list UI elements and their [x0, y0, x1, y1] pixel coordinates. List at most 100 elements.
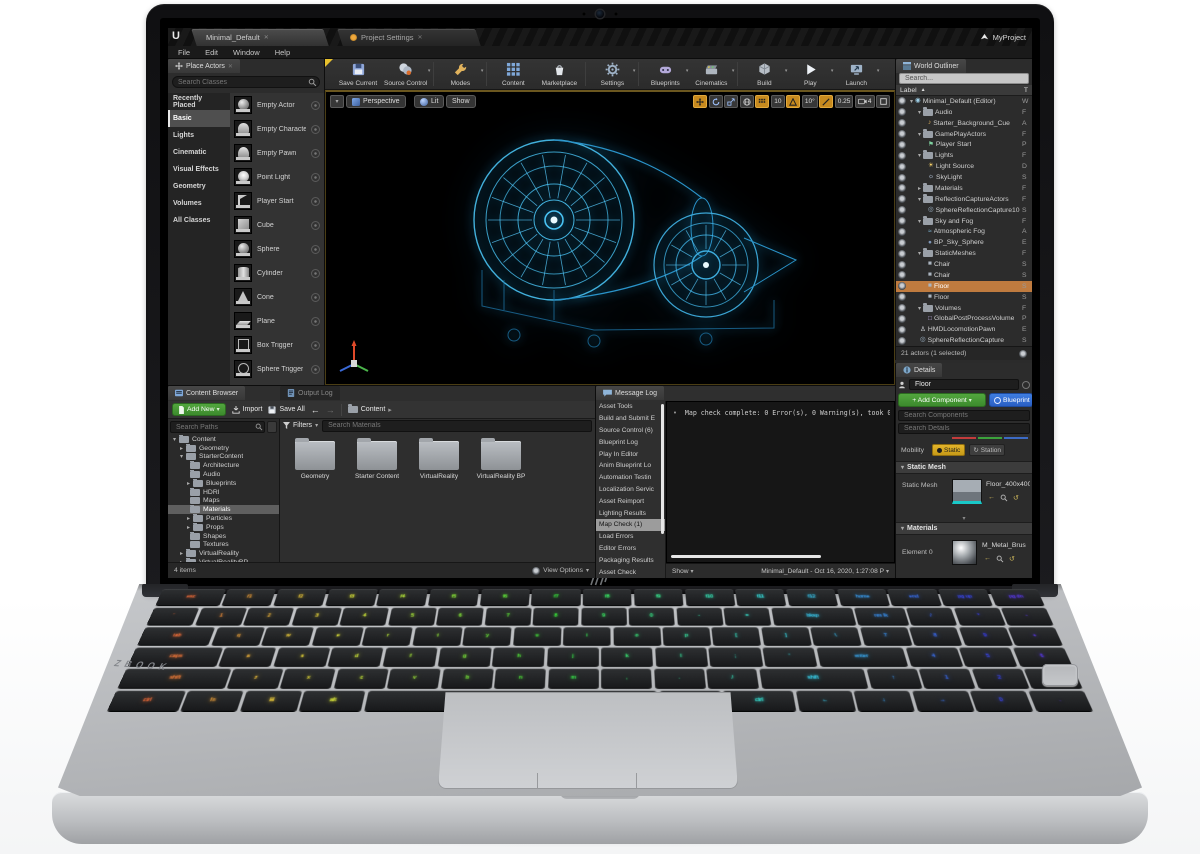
toolbar-settings[interactable]: Settings▾ [589, 59, 635, 89]
menu-item-file[interactable]: File [178, 48, 190, 57]
log-category-load-errors[interactable]: Load Errors [596, 531, 665, 543]
import-button[interactable]: Import [232, 406, 263, 414]
message-log-tab[interactable]: Message Log [596, 386, 664, 400]
asset-folder-starter-content[interactable]: Starter Content [346, 435, 408, 480]
add-new-button[interactable]: Add New ▾ [172, 403, 226, 416]
visibility-eye-icon[interactable] [898, 304, 906, 312]
toolbar-build[interactable]: Build▾ [741, 59, 787, 89]
actor-item-empty-actor[interactable]: Empty Actor [230, 93, 324, 117]
expand-arrow-icon[interactable]: ▾ [918, 131, 921, 138]
asset-folder-geometry[interactable]: Geometry [284, 435, 346, 480]
log-category-anim-blueprint-lo[interactable]: Anim Blueprint Lo [596, 460, 665, 472]
browse-icon[interactable] [996, 555, 1004, 565]
static-mesh-value[interactable]: Floor_400x400 [986, 481, 1030, 488]
move-tool-button[interactable] [693, 95, 707, 108]
log-category-blueprint-log[interactable]: Blueprint Log [596, 436, 665, 448]
visibility-eye-icon[interactable] [898, 271, 906, 279]
content-tree-content[interactable]: ▾Content [168, 435, 279, 444]
static-mesh-thumbnail[interactable] [952, 479, 982, 504]
outliner-column-header[interactable]: Label ▲ T [896, 85, 1032, 96]
actor-item-empty-character[interactable]: Empty Character [230, 117, 324, 141]
expand-arrow-icon[interactable]: ▾ [173, 436, 176, 443]
search-classes-input[interactable] [172, 76, 320, 88]
toolbar-marketplace[interactable]: Marketplace [536, 59, 582, 89]
grid-snap-toggle[interactable] [755, 95, 769, 108]
log-category-localization-servic[interactable]: Localization Servic [596, 484, 665, 496]
content-tree-architecture[interactable]: Architecture [168, 461, 279, 470]
view-options-button[interactable]: View Options ▾ [532, 567, 589, 575]
visibility-eye-icon[interactable] [898, 152, 906, 160]
toolbar-launch[interactable]: Launch▾ [833, 59, 879, 89]
save-all-button[interactable]: Save All [268, 406, 304, 414]
log-category-map-check-1[interactable]: Map Check (1) [596, 519, 665, 531]
mobility-stationary-button[interactable]: ↻ Station [969, 444, 1005, 456]
scale-snap-value[interactable]: 0.25 [835, 95, 854, 108]
outliner-row-gameplayactors[interactable]: ▾GamePlayActorsF [896, 129, 1032, 140]
content-tree-textures[interactable]: Textures [168, 541, 279, 550]
actor-item-sphere[interactable]: Sphere [230, 237, 324, 261]
outliner-row-reflectioncaptureactors[interactable]: ▾ReflectionCaptureActorsF [896, 194, 1032, 205]
outliner-row-spherereflectioncapture10[interactable]: ◎SphereReflectionCapture10S [896, 205, 1032, 216]
visibility-eye-icon[interactable] [898, 130, 906, 138]
outliner-row-bp-sky-sphere[interactable]: ●BP_Sky_SphereE [896, 237, 1032, 248]
outliner-search-input[interactable] [899, 73, 1029, 84]
log-page-dropdown[interactable]: Minimal_Default - Oct 16, 2020, 1:27:08 … [761, 568, 889, 575]
close-icon[interactable]: ✕ [228, 63, 233, 70]
visibility-eye-icon[interactable] [898, 163, 906, 171]
tab-project-settings[interactable]: Project Settings ✕ [344, 29, 429, 46]
material-thumbnail[interactable] [952, 540, 977, 565]
outliner-row-sky-and-fog[interactable]: ▾Sky and FogF [896, 216, 1032, 227]
outliner-row-minimal-default-editor[interactable]: ▾◉Minimal_Default (Editor)W [896, 96, 1032, 107]
outliner-row-chair[interactable]: ■ChairS [896, 270, 1032, 281]
visibility-eye-icon[interactable] [898, 108, 906, 116]
materials-section-header[interactable]: ▾ Materials [896, 522, 1032, 535]
horizontal-scrollbar[interactable] [671, 555, 821, 558]
outliner-row-floor[interactable]: ■FloorS [896, 292, 1032, 303]
visibility-eye-icon[interactable] [898, 282, 906, 290]
log-category-source-control-6[interactable]: Source Control (6) [596, 425, 665, 437]
search-paths-input[interactable] [170, 421, 265, 433]
search-assets-input[interactable] [322, 420, 592, 432]
expand-arrow-icon[interactable]: ▸ [187, 480, 190, 487]
camera-speed-button[interactable]: 4 [855, 95, 875, 108]
actor-item-cylinder[interactable]: Cylinder [230, 261, 324, 285]
content-tree-hdri[interactable]: HDRI [168, 488, 279, 497]
visibility-eye-icon[interactable] [898, 97, 906, 105]
rotation-snap-toggle[interactable] [786, 95, 800, 108]
content-tree-props[interactable]: ▸Props [168, 523, 279, 532]
visibility-eye-icon[interactable] [898, 228, 906, 236]
details-tab[interactable]: Details [896, 363, 942, 377]
log-category-build-and-submit-e[interactable]: Build and Submit E [596, 413, 665, 425]
expand-arrow-icon[interactable]: ▾ [918, 250, 921, 257]
outliner-row-spherereflectioncapture[interactable]: ◎SphereReflectionCaptureS [896, 335, 1032, 346]
blueprint-button[interactable]: Blueprint [989, 393, 1032, 407]
log-category-asset-reimport[interactable]: Asset Reimport [596, 495, 665, 507]
close-icon[interactable]: ✕ [264, 34, 269, 41]
outliner-row-globalpostprocessvolume[interactable]: □GlobalPostProcessVolumeP [896, 314, 1032, 325]
viewport-options-dropdown[interactable]: ▾ [330, 95, 344, 108]
breadcrumb[interactable]: Content ▸ [348, 406, 392, 414]
log-category-asset-check[interactable]: Asset Check [596, 566, 665, 578]
reset-icon[interactable]: ↺ [1013, 494, 1019, 504]
menu-item-window[interactable]: Window [233, 48, 260, 57]
expand-arrow-icon[interactable]: ▸ [180, 550, 183, 557]
menu-item-edit[interactable]: Edit [205, 48, 218, 57]
asset-folder-virtualreality-bp[interactable]: VirtualReality BP [470, 435, 532, 480]
actor-item-empty-pawn[interactable]: Empty Pawn [230, 141, 324, 165]
outliner-row-light-source[interactable]: ☀Light SourceD [896, 161, 1032, 172]
toolbar-save-current[interactable]: Save Current [335, 59, 381, 89]
expand-arrow-icon[interactable]: ▾ [918, 196, 921, 203]
expand-arrow-icon[interactable]: ▾ [910, 98, 913, 105]
place-actors-tab[interactable]: Place Actors ✕ [168, 59, 240, 73]
expand-arrow-icon[interactable]: ▾ [180, 453, 183, 460]
search-details-input[interactable] [898, 423, 1030, 434]
use-selected-icon[interactable]: ← [984, 555, 991, 565]
world-outliner-tab[interactable]: World Outliner [896, 59, 966, 73]
static-mesh-section-header[interactable]: ▾ Static Mesh [896, 461, 1032, 474]
expand-arrow-icon[interactable]: ▾ [918, 305, 921, 312]
outliner-row-starter-background-cue[interactable]: ♪Starter_Background_CueA [896, 118, 1032, 129]
actor-item-box-trigger[interactable]: Box Trigger [230, 333, 324, 357]
content-tree-particles[interactable]: ▸Particles [168, 514, 279, 523]
actor-item-player-start[interactable]: Player Start [230, 189, 324, 213]
viewport[interactable]: ▾ Perspective Lit Show [325, 90, 895, 385]
